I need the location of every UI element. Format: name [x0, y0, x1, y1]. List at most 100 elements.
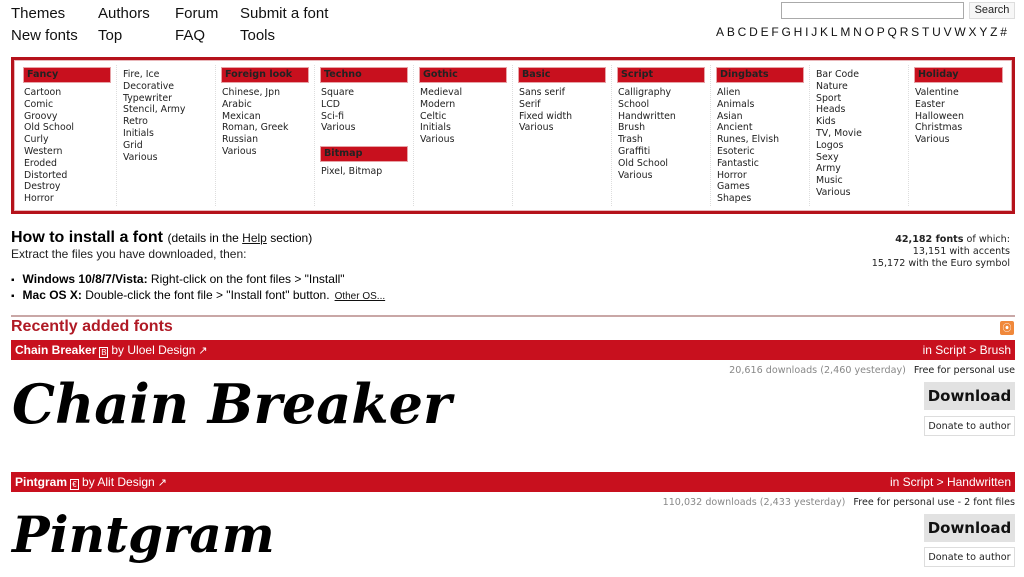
category-link[interactable]: Ancient	[717, 122, 803, 134]
category-heading[interactable]: Techno	[321, 68, 407, 82]
category-heading[interactable]: Bitmap	[321, 147, 407, 162]
category-link[interactable]: Horror	[717, 170, 803, 182]
font-name-link[interactable]: Chain Breaker	[15, 343, 96, 357]
category-link[interactable]: Various	[321, 122, 407, 134]
category-link[interactable]: Easter	[915, 99, 1002, 111]
alpha-link[interactable]: X	[969, 25, 977, 39]
alpha-link[interactable]: S	[911, 25, 919, 39]
nav-tools[interactable]: Tools	[240, 26, 350, 45]
alpha-link[interactable]: V	[944, 25, 952, 39]
category-link[interactable]: Curly	[24, 134, 110, 146]
category-link[interactable]: Sci-fi	[321, 111, 407, 123]
category-link[interactable]: Celtic	[420, 111, 506, 123]
external-link-icon[interactable]: ↗	[198, 345, 207, 357]
category-link[interactable]: Graffiti	[618, 146, 704, 158]
alpha-link[interactable]: M	[840, 25, 850, 39]
external-link-icon[interactable]: ↗	[158, 477, 167, 489]
category-link[interactable]: Nature	[816, 81, 902, 93]
category-link[interactable]: Logos	[816, 140, 902, 152]
category-link[interactable]: Kids	[816, 116, 902, 128]
category-link[interactable]: Games	[717, 181, 803, 193]
nav-submit-font[interactable]: Submit a font	[240, 4, 350, 23]
category-link[interactable]: Old School	[24, 122, 110, 134]
category-link[interactable]: Various	[816, 187, 902, 199]
category-link[interactable]: Old School	[618, 158, 704, 170]
category-link[interactable]: Valentine	[915, 87, 1002, 99]
category-link[interactable]: Calligraphy	[618, 87, 704, 99]
category-link[interactable]: Bar Code	[816, 69, 902, 81]
alpha-link[interactable]: W	[954, 25, 966, 39]
alpha-link[interactable]: Y	[979, 25, 987, 39]
category-link[interactable]: Western	[24, 146, 110, 158]
category-link[interactable]: Grid	[123, 140, 209, 152]
donate-button[interactable]: Donate to author	[924, 547, 1015, 567]
author-link[interactable]: by Uloel Design	[111, 343, 195, 357]
category-link[interactable]: Brush	[618, 122, 704, 134]
category-link[interactable]: Russian	[222, 134, 308, 146]
alpha-link[interactable]: U	[932, 25, 941, 39]
category-link[interactable]: Arabic	[222, 99, 308, 111]
alpha-link[interactable]: Q	[888, 25, 898, 39]
category-link[interactable]: Sans serif	[519, 87, 605, 99]
category-link[interactable]: Initials	[420, 122, 506, 134]
rss-icon[interactable]: ⦿	[1000, 321, 1014, 335]
category-link[interactable]: Cartoon	[24, 87, 110, 99]
category-link[interactable]: Music	[816, 175, 902, 187]
other-os-link[interactable]: Other OS...	[335, 291, 386, 302]
alpha-link[interactable]: H	[794, 25, 803, 39]
font-category-link[interactable]: in Script > Handwritten	[890, 472, 1011, 492]
category-link[interactable]: Distorted	[24, 170, 110, 182]
search-button[interactable]: Search	[969, 2, 1015, 19]
category-link[interactable]: Army	[816, 163, 902, 175]
category-link[interactable]: LCD	[321, 99, 407, 111]
category-link[interactable]: Various	[618, 170, 704, 182]
category-link[interactable]: Alien	[717, 87, 803, 99]
category-link[interactable]: Retro	[123, 116, 209, 128]
download-button[interactable]: Download	[924, 514, 1015, 542]
alpha-link[interactable]: R	[900, 25, 909, 39]
nav-themes[interactable]: Themes	[11, 4, 98, 23]
category-link[interactable]: Groovy	[24, 111, 110, 123]
alpha-link[interactable]: D	[749, 25, 758, 39]
category-link[interactable]: Runes, Elvish	[717, 134, 803, 146]
category-link[interactable]: Mexican	[222, 111, 308, 123]
help-link[interactable]: Help	[242, 231, 267, 245]
alpha-link[interactable]: C	[738, 25, 747, 39]
category-heading[interactable]: Gothic	[420, 68, 506, 82]
category-link[interactable]: Typewriter	[123, 93, 209, 105]
alpha-link[interactable]: I	[805, 25, 809, 39]
nav-forum[interactable]: Forum	[175, 4, 240, 23]
category-heading[interactable]: Foreign look	[222, 68, 308, 82]
alpha-link[interactable]: P	[877, 25, 885, 39]
category-link[interactable]: Trash	[618, 134, 704, 146]
category-link[interactable]: Decorative	[123, 81, 209, 93]
category-link[interactable]: Sexy	[816, 152, 902, 164]
category-link[interactable]: Horror	[24, 193, 110, 205]
category-heading[interactable]: Fancy	[24, 68, 110, 82]
alpha-link[interactable]: O	[865, 25, 875, 39]
category-link[interactable]: Asian	[717, 111, 803, 123]
alpha-link[interactable]: #	[1000, 25, 1007, 39]
category-link[interactable]: Square	[321, 87, 407, 99]
author-link[interactable]: by Alit Design	[82, 475, 155, 489]
category-link[interactable]: Pixel, Bitmap	[321, 166, 407, 178]
category-link[interactable]: Chinese, Jpn	[222, 87, 308, 99]
download-button[interactable]: Download	[924, 382, 1015, 410]
category-link[interactable]: Modern	[420, 99, 506, 111]
category-link[interactable]: Shapes	[717, 193, 803, 205]
category-link[interactable]: Medieval	[420, 87, 506, 99]
alpha-link[interactable]: L	[831, 25, 838, 39]
category-link[interactable]: Heads	[816, 104, 902, 116]
font-preview[interactable]: Chain Breaker	[12, 372, 451, 436]
alpha-link[interactable]: F	[771, 25, 779, 39]
category-link[interactable]: Serif	[519, 99, 605, 111]
category-heading[interactable]: Holiday	[915, 68, 1002, 82]
font-name-link[interactable]: Pintgram	[15, 475, 67, 489]
category-link[interactable]: Eroded	[24, 158, 110, 170]
search-input[interactable]	[781, 2, 964, 19]
category-link[interactable]: Esoteric	[717, 146, 803, 158]
category-link[interactable]: Initials	[123, 128, 209, 140]
nav-authors[interactable]: Authors	[98, 4, 175, 23]
font-preview[interactable]: Pintgram	[12, 505, 275, 564]
alpha-link[interactable]: E	[761, 25, 769, 39]
